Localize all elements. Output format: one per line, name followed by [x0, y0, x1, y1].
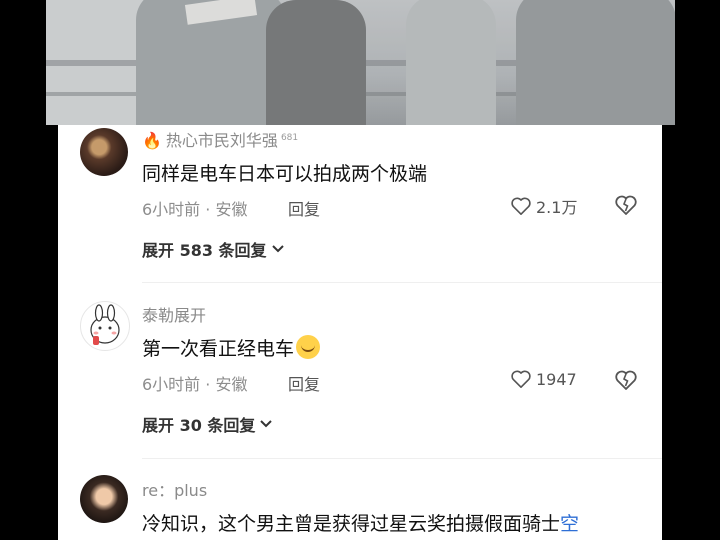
comment-username[interactable]: re：plus — [142, 477, 207, 501]
comment-text: 同样是电车日本可以拍成两个极端 — [142, 163, 428, 185]
comment-meta: 6小时前 · 安徽 — [142, 375, 248, 394]
dislike-button[interactable] — [614, 369, 638, 395]
avatar-cartoon-icon — [90, 304, 120, 345]
smile-emoji-icon — [296, 335, 321, 359]
broken-heart-icon — [615, 370, 637, 390]
chevron-down-icon — [271, 245, 284, 253]
like-count: 2.1万 — [536, 198, 578, 217]
expand-replies-button[interactable]: 展开 583 条回复 — [142, 237, 285, 261]
comment-username[interactable]: 泰勒展开 — [142, 302, 206, 326]
comment-text: 第一次看正经电车 — [142, 334, 321, 361]
avatar[interactable] — [80, 475, 128, 523]
chevron-down-icon — [260, 420, 273, 428]
expand-replies-button[interactable]: 展开 30 条回复 — [142, 412, 273, 436]
avatar[interactable] — [80, 128, 128, 176]
broken-heart-icon — [615, 195, 637, 215]
fire-icon: 🔥 — [142, 131, 162, 150]
heart-icon — [511, 370, 531, 388]
user-badge: 681 — [280, 132, 299, 143]
like-count: 1947 — [536, 369, 577, 389]
comment-username[interactable]: 🔥 热心市民刘华强 681 — [142, 127, 298, 151]
avatar[interactable] — [80, 301, 130, 351]
expand-text-link[interactable]: 空 — [560, 513, 579, 535]
video-frame[interactable] — [46, 0, 675, 125]
comment-text: 冷知识，这个男主曾是获得过星云奖拍摄假面骑士空 — [142, 513, 580, 535]
heart-icon — [511, 197, 531, 215]
divider — [142, 458, 662, 459]
like-button[interactable]: 1947 — [510, 369, 577, 389]
comment-meta: 6小时前 · 安徽 — [142, 200, 248, 219]
reply-button[interactable]: 回复 — [288, 196, 320, 220]
reply-button[interactable]: 回复 — [288, 371, 320, 395]
like-button[interactable]: 2.1万 — [510, 194, 577, 218]
divider — [142, 282, 662, 283]
dislike-button[interactable] — [614, 194, 638, 220]
comment-panel: 🔥 热心市民刘华强 681 同样是电车日本可以拍成两个极端 6小时前 · 安徽 回复… — [58, 125, 662, 540]
video-overlay — [46, 0, 675, 125]
